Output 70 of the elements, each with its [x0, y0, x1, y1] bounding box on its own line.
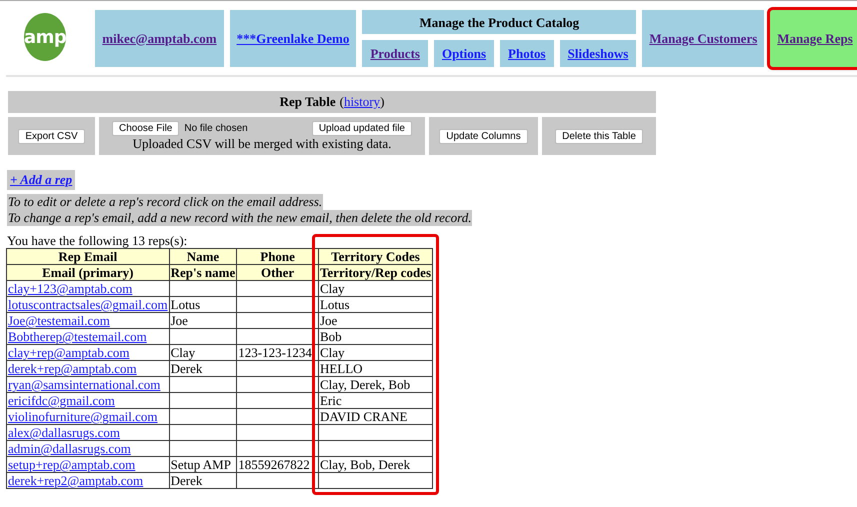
- table-cell: Lotus: [169, 296, 237, 312]
- column-header: Name: [169, 248, 237, 264]
- parenthesis: (: [340, 94, 344, 109]
- nav-link[interactable]: Options: [434, 40, 494, 67]
- email-cell[interactable]: Joe@testemail.com: [6, 312, 170, 328]
- nav-link[interactable]: Slideshows: [560, 40, 636, 67]
- table-cell: [169, 376, 237, 392]
- email-cell[interactable]: ryan@samsinternational.com: [6, 376, 170, 392]
- table-cell: HELLO: [318, 360, 433, 376]
- table-cell: DAVID CRANE: [318, 408, 433, 424]
- nav-link[interactable]: Manage Reps: [770, 10, 857, 67]
- table-cell: 18559267822: [236, 456, 318, 472]
- table-cell: Eric: [318, 392, 433, 408]
- panel-title: Rep Table: [280, 94, 336, 109]
- table-cell: Clay: [169, 344, 237, 360]
- parenthesis: ): [380, 94, 384, 109]
- column-subheader: Email (primary): [6, 264, 170, 280]
- table-cell: Setup AMP: [169, 456, 237, 472]
- nav-link[interactable]: Products: [362, 40, 428, 67]
- table-cell: [169, 392, 237, 408]
- email-cell[interactable]: lotuscontractsales@gmail.com: [6, 296, 170, 312]
- table-cell: Lotus: [318, 296, 433, 312]
- table-cell: Bob: [318, 328, 433, 344]
- logo-text: amp: [24, 26, 66, 48]
- column-header: Phone: [236, 248, 318, 264]
- update-columns-button[interactable]: Update Columns: [439, 128, 528, 144]
- table-cell: [169, 328, 237, 344]
- add-rep-link[interactable]: + Add a rep: [7, 170, 76, 190]
- column-subheader: Rep's name: [169, 264, 237, 280]
- nav-link[interactable]: mikec@amptab.com: [95, 10, 224, 67]
- delete-table-button[interactable]: Delete this Table: [555, 128, 643, 144]
- nav-link[interactable]: Photos: [500, 40, 554, 67]
- email-cell[interactable]: setup+rep@amptab.com: [6, 456, 170, 472]
- history-link[interactable]: history: [344, 94, 380, 109]
- export-button[interactable]: Export CSV: [18, 128, 85, 144]
- count-text: You have the following 13 reps(s):: [7, 234, 188, 248]
- email-cell[interactable]: clay+rep@amptab.com: [6, 344, 170, 360]
- email-cell[interactable]: alex@dallasrugs.com: [6, 424, 170, 440]
- column-header: Rep Email: [6, 248, 170, 264]
- upload-note: Uploaded CSV will be merged with existing data.: [132, 136, 392, 152]
- file-status: No file chosen: [184, 122, 248, 134]
- nav-link[interactable]: Manage Customers: [642, 10, 764, 67]
- column-subheader: Territory/Rep codes: [318, 264, 433, 280]
- upload-button[interactable]: Upload updated file: [312, 120, 412, 136]
- table-cell: Derek: [169, 472, 237, 488]
- email-cell[interactable]: Bobtherep@testemail.com: [6, 328, 170, 344]
- table-cell: Clay: [318, 280, 433, 296]
- table-cell: Clay, Bob, Derek: [318, 456, 433, 472]
- nav-group-title: Manage the Product Catalog: [362, 10, 636, 34]
- table-cell: Clay, Derek, Bob: [318, 376, 433, 392]
- table-cell: [169, 424, 237, 440]
- table-cell: Clay: [318, 344, 433, 360]
- table-cell: Joe: [169, 312, 237, 328]
- email-cell[interactable]: admin@dallasrugs.com: [6, 440, 170, 456]
- table-cell: [169, 408, 237, 424]
- instruction-text: To to edit or delete a rep's record click on the email address.: [7, 194, 324, 210]
- column-header: Territory Codes: [318, 248, 433, 264]
- email-cell[interactable]: derek+rep@amptab.com: [6, 360, 170, 376]
- email-cell[interactable]: ericifdc@gmail.com: [6, 392, 170, 408]
- instruction-text: To change a rep's email, add a new record with the new email, then delete the old record.: [7, 210, 472, 226]
- email-cell[interactable]: clay+123@amptab.com: [6, 280, 170, 296]
- table-cell: 123-123-1234: [236, 344, 318, 360]
- email-cell[interactable]: violinofurniture@gmail.com: [6, 408, 170, 424]
- nav-link[interactable]: ***Greenlake Demo: [230, 10, 356, 67]
- email-cell[interactable]: derek+rep2@amptab.com: [6, 472, 170, 488]
- table-cell: [169, 440, 237, 456]
- choose-file-button[interactable]: Choose File: [112, 120, 180, 136]
- table-cell: [169, 280, 237, 296]
- table-cell: Derek: [169, 360, 237, 376]
- table-cell: Joe: [318, 312, 433, 328]
